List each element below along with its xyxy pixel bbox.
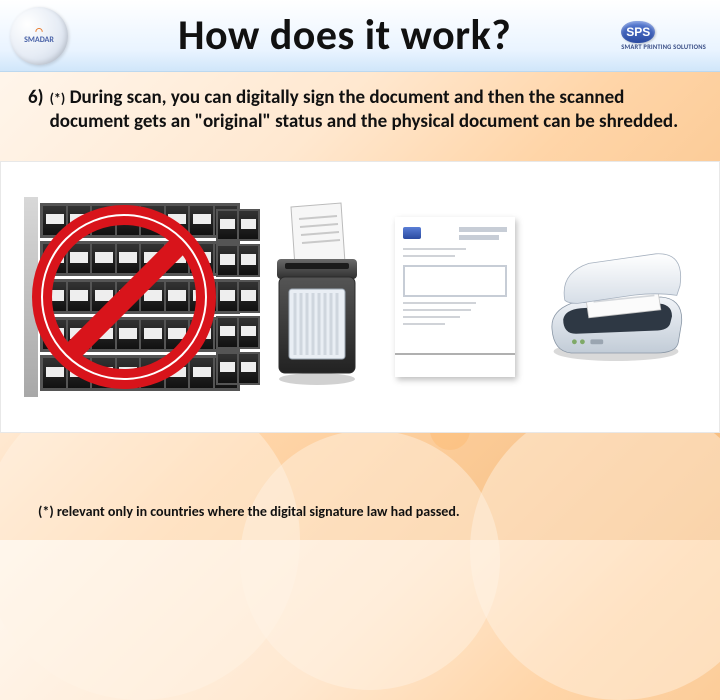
slide-header: ◠ SMADAR How does it work? SPS SMART PRI… [0,0,720,72]
paper-shredder-icon [255,197,375,397]
graphics-row [0,161,720,433]
bullet-number: 6) [28,86,44,135]
slide-title: How does it work? [68,10,621,61]
invoice-document-icon [385,197,525,397]
bullet-text: (*) During scan, you can digitally sign … [50,86,692,135]
footnote: (*) relevant only in countries where the… [38,503,460,520]
prohibition-sign-icon [24,197,244,397]
prohibited-archive-icon [24,197,244,397]
desktop-scanner-icon [536,197,696,397]
sps-logo: SPS SMART PRINTING SOLUTIONS [621,21,706,51]
smadar-logo: ◠ SMADAR [10,7,68,65]
bullet-6: 6) (*) During scan, you can digitally si… [28,86,692,135]
